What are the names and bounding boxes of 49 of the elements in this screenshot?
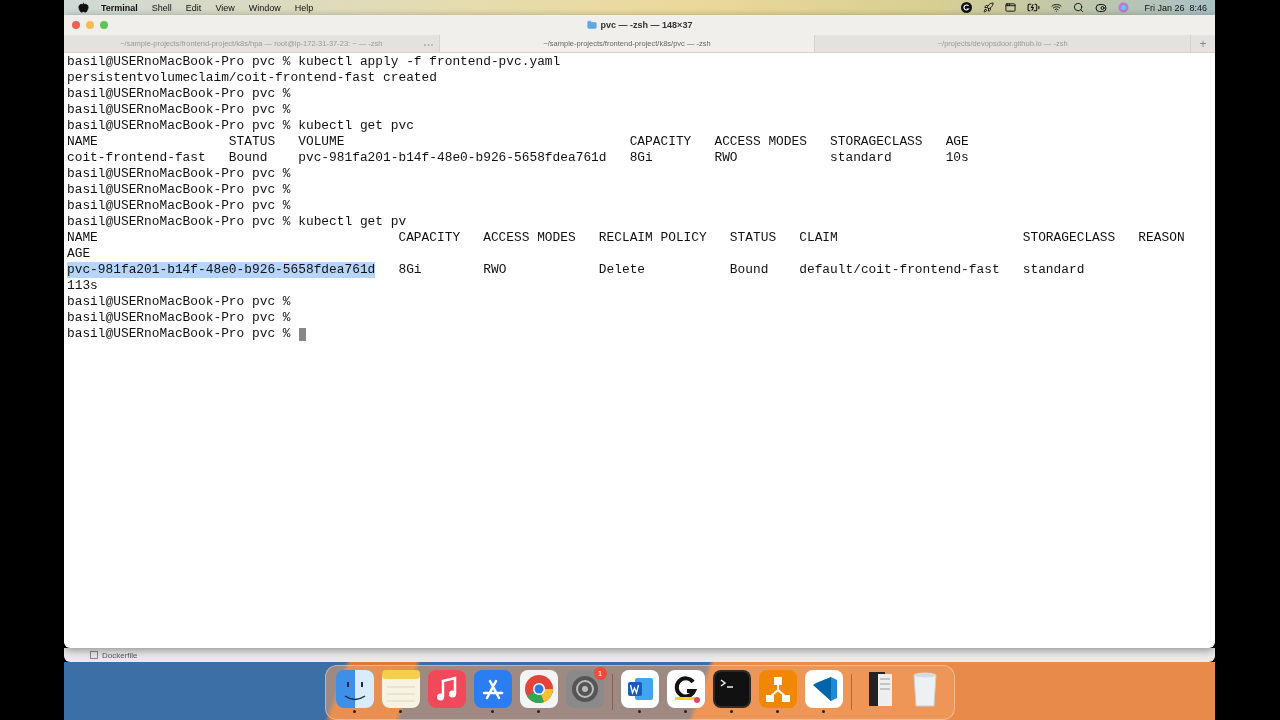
browser-icon[interactable] [519, 670, 558, 708]
terminal-line: basil@USERnoMacBook-Pro pvc % [67, 102, 291, 118]
document-app-icon[interactable] [620, 670, 659, 708]
terminal-line: NAME STATUS VOLUME CAPACITY ACCESS MODES STORAGECLASS AGE [67, 134, 969, 150]
terminal-line: basil@USERnoMacBook-Pro pvc % kubectl get pvc [67, 118, 414, 134]
selected-text: pvc-981fa201-b14f-48e0-b926-5658fdea761d [67, 262, 376, 278]
terminal-line: basil@USERnoMacBook-Pro pvc % [67, 294, 291, 310]
terminal-line: NAME CAPACITY ACCESS MODES RECLAIM POLICY STATUS CLAIM STORAGECLASS REASON [67, 230, 1185, 246]
wifi-icon[interactable] [1051, 2, 1063, 13]
music-note-icon[interactable] [427, 670, 466, 708]
menu-clock[interactable]: Fri Jan 26 8:46 [1144, 2, 1207, 13]
menu-item[interactable]: Help [294, 2, 314, 13]
folder-icon [586, 20, 597, 30]
rocket-icon[interactable] [983, 2, 995, 13]
close-button[interactable] [72, 21, 80, 29]
circle-icon[interactable] [961, 2, 973, 13]
terminal-line: basil@USERnoMacBook-Pro pvc % [67, 182, 291, 198]
terminal-line: basil@USERnoMacBook-Pro pvc % [67, 310, 291, 326]
code-editor-icon[interactable] [804, 670, 843, 708]
menu-item[interactable]: Shell [151, 2, 172, 13]
terminal-line: basil@USERnoMacBook-Pro pvc % kubectl apply -f frontend-pvc.yaml [67, 54, 561, 70]
battery-icon[interactable] [1027, 1, 1041, 14]
flowchart-icon[interactable] [758, 670, 797, 708]
terminal-line: 113s [67, 278, 98, 294]
terminal-line: basil@USERnoMacBook-Pro pvc % kubectl get pv [67, 214, 407, 230]
terminal-line: coit-frontend-fast Bound pvc-981fa201-b14f-48e0-b926-5658fdea761d 8Gi RWO standard 10s [67, 150, 969, 166]
app-store-icon[interactable] [473, 670, 512, 708]
terminal-line: basil@USERnoMacBook-Pro pvc % [67, 166, 291, 182]
terminal-icon[interactable] [712, 670, 751, 708]
menu-item[interactable]: Terminal [101, 2, 138, 13]
terminal-line: AGE [67, 246, 91, 262]
window-icon[interactable] [1005, 2, 1017, 13]
terminal-line: basil@USERnoMacBook-Pro pvc % [67, 86, 291, 102]
terminal-line: 8Gi RWO Delete Bound default/coit-frontend-fast standard [397, 262, 1085, 278]
file-name: Dockerfile [102, 650, 138, 660]
menu-item[interactable]: View [215, 2, 235, 13]
control-center-icon[interactable] [1095, 1, 1108, 14]
terminal-line: basil@USERnoMacBook-Pro pvc % [67, 326, 291, 342]
menu-item[interactable]: Edit [185, 2, 202, 13]
apple-logo-icon[interactable] [78, 2, 89, 13]
search-icon[interactable] [1073, 2, 1085, 13]
file-icon [90, 651, 98, 659]
writing-app-icon[interactable] [666, 670, 705, 708]
terminal-line: basil@USERnoMacBook-Pro pvc % [67, 198, 291, 214]
terminal-line: persistentvolumeclaim/coit-frontend-fast created [67, 70, 437, 86]
smiling-face-icon[interactable] [335, 670, 374, 708]
gear-icon[interactable] [565, 670, 604, 708]
menu-item[interactable]: Window [248, 2, 281, 13]
window-title: pvc — -zsh — 148×37 [600, 20, 693, 30]
